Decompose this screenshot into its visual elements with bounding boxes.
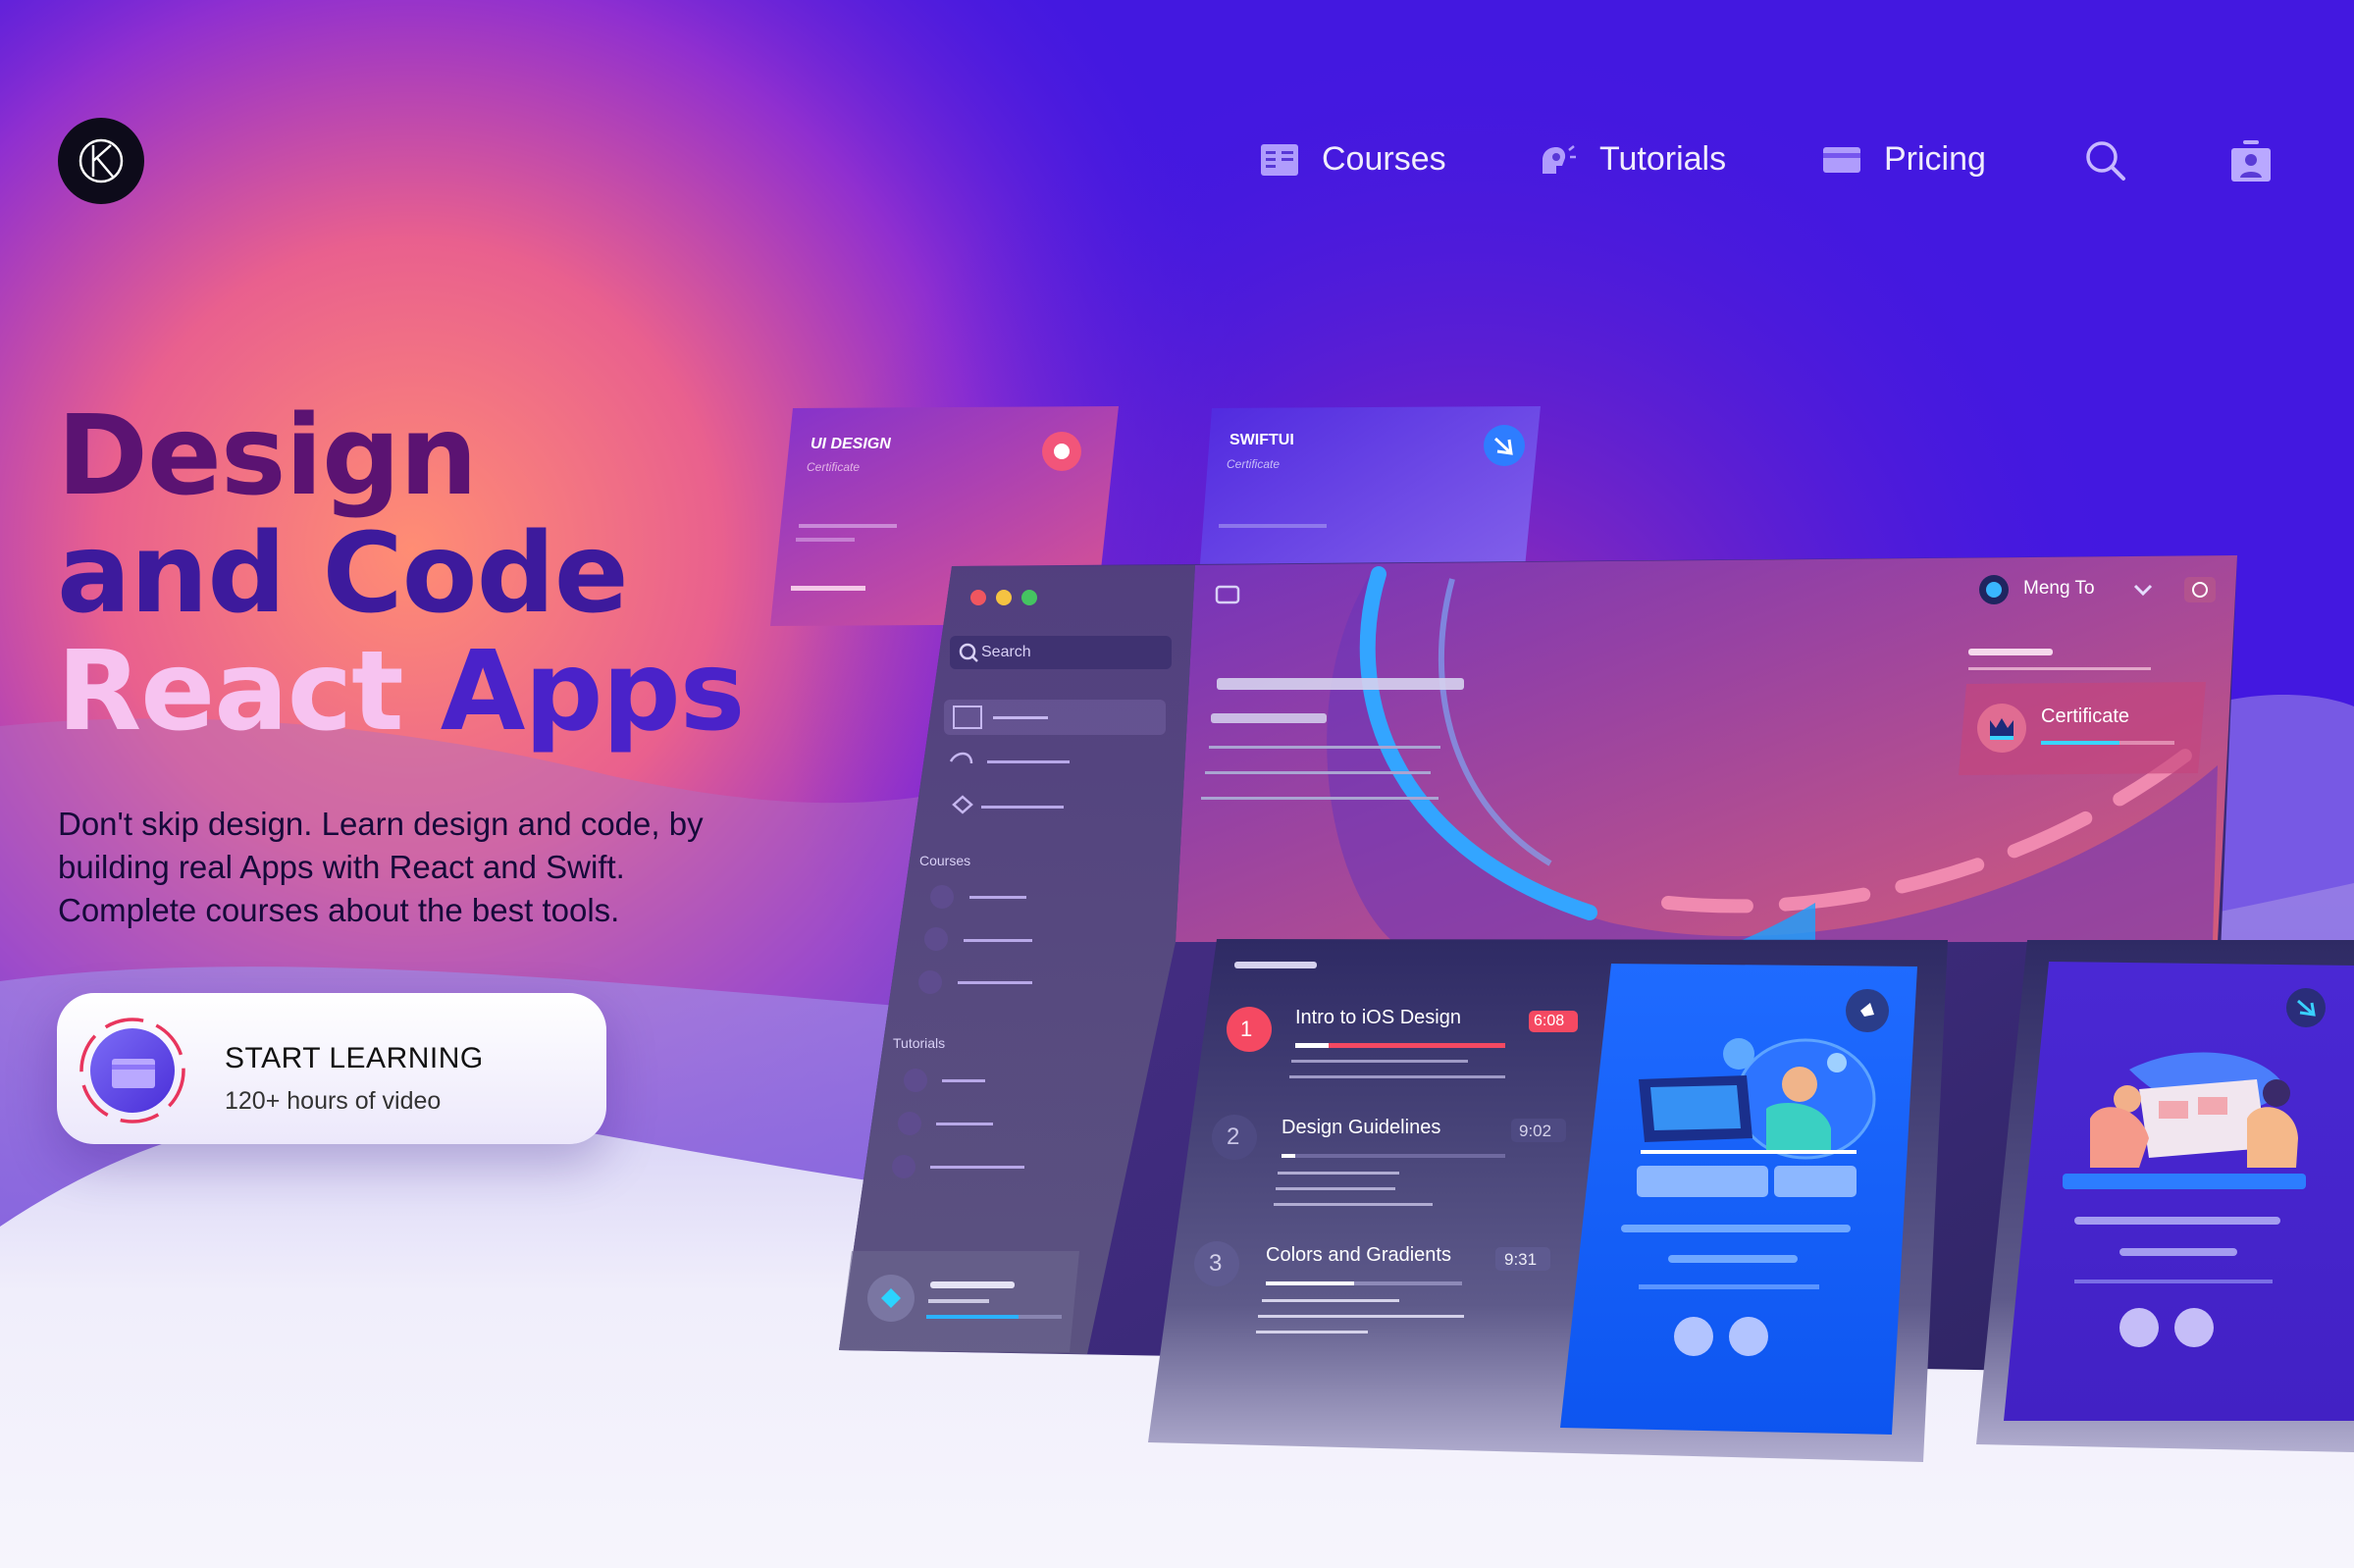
lesson-2-number: 2 <box>1227 1124 1240 1150</box>
lesson-1-title: Intro to iOS Design <box>1295 1007 1461 1028</box>
lesson-1-duration: 6:08 <box>1534 1013 1565 1029</box>
lesson-3-number: 3 <box>1209 1250 1223 1277</box>
lesson-2-title: Design Guidelines <box>1282 1117 1441 1138</box>
lesson-2-duration: 9:02 <box>1519 1122 1552 1140</box>
app-mockup-illustration <box>770 406 2354 1462</box>
mockup-section-tutorials: Tutorials <box>893 1035 946 1051</box>
mockup-user-name: Meng To <box>2023 578 2095 599</box>
card-swiftui-subtitle: Certificate <box>1227 457 1281 471</box>
card-ui-design-title: UI DESIGN <box>811 436 891 452</box>
lesson-3-title: Colors and Gradients <box>1266 1244 1451 1266</box>
mockup-certificate: Certificate <box>2041 706 2130 727</box>
lesson-3-duration: 9:31 <box>1504 1250 1538 1269</box>
mockup-search: Search <box>981 644 1031 660</box>
card-ui-design-subtitle: Certificate <box>807 460 861 474</box>
card-swiftui-title: SWIFTUI <box>1229 432 1294 448</box>
mockup-section-courses: Courses <box>919 853 971 868</box>
lesson-1-number: 1 <box>1240 1017 1253 1041</box>
